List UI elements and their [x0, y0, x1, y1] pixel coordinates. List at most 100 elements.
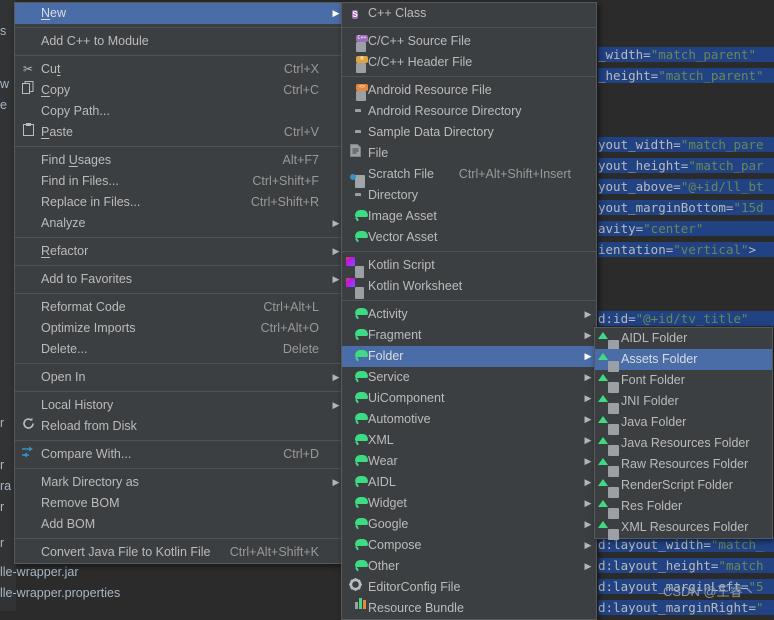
menu-item-paste[interactable]: Paste Ctrl+V: [15, 122, 344, 143]
menu-item-fragment[interactable]: Fragment ▶: [342, 325, 596, 346]
menu-item-service[interactable]: Service ▶: [342, 367, 596, 388]
editor-line[interactable]: _height="match_parent": [598, 68, 774, 83]
menu-item-refactor[interactable]: Refactor ▶: [15, 241, 344, 262]
editor-line[interactable]: yout_marginBottom="15d: [598, 200, 774, 215]
editor-line[interactable]: d:layout_marginRight=": [598, 600, 774, 615]
menu-item-add-c-to-module[interactable]: Add C++ to Module: [15, 31, 344, 52]
menu-item-find-usages[interactable]: Find Usages Alt+F7: [15, 150, 344, 171]
menu-item-jni-folder[interactable]: JNI Folder: [595, 391, 772, 414]
project-tree-node[interactable]: r: [0, 458, 4, 472]
menu-item-assets-folder[interactable]: Assets Folder: [595, 349, 772, 372]
menu-item-aidl-folder[interactable]: AIDL Folder: [595, 328, 772, 351]
menu-item-font-folder[interactable]: Font Folder: [595, 370, 772, 393]
editor-line[interactable]: d:layout_width="match_: [598, 537, 774, 552]
project-tree-node[interactable]: e: [0, 98, 7, 112]
menu-item-analyze[interactable]: Analyze ▶: [15, 213, 344, 234]
menu-item-reload-from-disk[interactable]: Reload from Disk: [15, 416, 344, 437]
menu-item-c-class[interactable]: S C++ Class: [342, 3, 596, 24]
editor-line[interactable]: d:id="@+id/tv_title": [598, 311, 774, 326]
menu-item-directory[interactable]: Directory: [342, 185, 596, 206]
menu-item-vector-asset[interactable]: Vector Asset: [342, 227, 596, 248]
menu-item-reformat-code[interactable]: Reformat Code Ctrl+Alt+L: [15, 297, 344, 318]
project-tree-node[interactable]: lle-wrapper.properties: [0, 586, 120, 600]
menu-item-open-in[interactable]: Open In ▶: [15, 367, 344, 388]
menu-item-sample-data-directory[interactable]: Sample Data Directory: [342, 122, 596, 143]
menu-item-add-bom[interactable]: Add BOM: [15, 514, 344, 535]
menu-item-c-c-source-file[interactable]: C++ C/C++ Source File: [342, 31, 596, 52]
editor-line[interactable]: d:layout_height="match: [598, 558, 774, 573]
menu-item-label: Open In: [41, 370, 86, 384]
editor-line[interactable]: yout_width="match_pare: [598, 137, 774, 152]
menu-item-label: Image Asset: [368, 209, 437, 223]
menu-item-android-resource-directory[interactable]: Android Resource Directory: [342, 101, 596, 122]
icon-slot: [15, 171, 41, 192]
project-tree-node[interactable]: s: [0, 24, 6, 38]
menu-item-resource-bundle[interactable]: Resource Bundle: [342, 597, 596, 619]
file-context-menu[interactable]: New ▶ Add C++ to Module ✂ Cut Ctrl+X Copy Ctrl+…: [14, 2, 345, 564]
menu-item-remove-bom[interactable]: Remove BOM: [15, 493, 344, 514]
menu-item-widget[interactable]: Widget ▶: [342, 493, 596, 514]
menu-item-c-c-header-file[interactable]: H C/C++ Header File: [342, 52, 596, 73]
menu-item-label: Raw Resources Folder: [621, 457, 749, 471]
menu-item-image-asset[interactable]: Image Asset: [342, 206, 596, 227]
menu-item-cut[interactable]: ✂ Cut Ctrl+X: [15, 59, 344, 80]
menu-item-aidl[interactable]: AIDL ▶: [342, 472, 596, 493]
menu-item-add-to-favorites[interactable]: Add to Favorites ▶: [15, 269, 344, 290]
project-tree-node[interactable]: r: [0, 416, 4, 430]
menu-item-google[interactable]: Google ▶: [342, 514, 596, 535]
project-tree-node[interactable]: lle-wrapper.jar: [0, 565, 79, 579]
menu-item-editorconfig-file[interactable]: EditorConfig File: [342, 577, 596, 598]
menu-item-label: File: [368, 146, 389, 160]
editor-line[interactable]: ientation="vertical">: [598, 242, 774, 257]
menu-item-java-folder[interactable]: Java Folder: [595, 412, 772, 435]
menu-item-label: Reload from Disk: [41, 419, 137, 433]
icon-slot: [15, 395, 41, 416]
menu-item-convert-java-file-to-kotlin-file[interactable]: Convert Java File to Kotlin File Ctrl+Alt…: [15, 542, 344, 563]
menu-item-wear[interactable]: Wear ▶: [342, 451, 596, 472]
menu-item-res-folder[interactable]: Res Folder: [595, 496, 772, 519]
menu-item-label: AIDL: [368, 475, 396, 489]
menu-item-mark-directory-as[interactable]: Mark Directory as ▶: [15, 472, 344, 493]
menu-item-replace-in-files[interactable]: Replace in Files... Ctrl+Shift+R: [15, 192, 344, 213]
menu-item-find-in-files[interactable]: Find in Files... Ctrl+Shift+F: [15, 171, 344, 192]
menu-item-compose[interactable]: Compose ▶: [342, 535, 596, 556]
menu-item-android-resource-file[interactable]: <> Android Resource File: [342, 80, 596, 101]
menu-item-delete[interactable]: Delete... Delete: [15, 339, 344, 360]
android-icon: [342, 304, 368, 325]
folder-submenu[interactable]: AIDL Folder Assets Folder Font Folder JNI F…: [594, 327, 773, 540]
editor-line[interactable]: yout_height="match_par: [598, 158, 774, 173]
menu-item-local-history[interactable]: Local History ▶: [15, 395, 344, 416]
menu-item-label: Res Folder: [621, 499, 683, 513]
menu-item-uicomponent[interactable]: UiComponent ▶: [342, 388, 596, 409]
resource-bundle-icon: [342, 597, 368, 619]
menu-item-folder[interactable]: Folder ▶: [342, 346, 596, 367]
menu-item-compare-with[interactable]: Compare With... Ctrl+D: [15, 444, 344, 465]
menu-item-file[interactable]: File: [342, 143, 596, 164]
menu-item-label: Replace in Files...: [41, 195, 141, 209]
menu-item-raw-resources-folder[interactable]: Raw Resources Folder: [595, 454, 772, 477]
menu-item-kotlin-worksheet[interactable]: Kotlin Worksheet: [342, 276, 596, 299]
menu-item-renderscript-folder[interactable]: RenderScript Folder: [595, 475, 772, 498]
icon-slot: [15, 241, 41, 262]
menu-item-xml-resources-folder[interactable]: XML Resources Folder: [595, 517, 772, 540]
menu-item-activity[interactable]: Activity ▶: [342, 304, 596, 325]
project-tree-node[interactable]: w: [0, 77, 9, 91]
editor-line[interactable]: avity="center": [598, 221, 774, 236]
project-tree-node[interactable]: r: [0, 536, 4, 550]
menu-item-automotive[interactable]: Automotive ▶: [342, 409, 596, 430]
menu-item-other[interactable]: Other ▶: [342, 556, 596, 577]
menu-item-xml[interactable]: XML ▶: [342, 430, 596, 451]
menu-item-label: Fragment: [368, 328, 422, 342]
project-tree-node[interactable]: ra: [0, 479, 11, 493]
menu-item-java-resources-folder[interactable]: Java Resources Folder: [595, 433, 772, 456]
editor-line[interactable]: _width="match_parent": [598, 47, 774, 62]
menu-item-copy[interactable]: Copy Ctrl+C: [15, 80, 344, 101]
menu-item-scratch-file[interactable]: Scratch File Ctrl+Alt+Shift+Insert: [342, 164, 596, 188]
new-submenu[interactable]: S C++ Class C++ C/C++ Source File H C/C++ Hea…: [341, 2, 597, 620]
editor-line[interactable]: yout_above="@+id/ll_bt: [598, 179, 774, 194]
menu-item-kotlin-script[interactable]: Kotlin Script: [342, 255, 596, 278]
menu-item-optimize-imports[interactable]: Optimize Imports Ctrl+Alt+O: [15, 318, 344, 339]
menu-item-new[interactable]: New ▶: [15, 3, 344, 24]
project-tree-node[interactable]: r: [0, 500, 4, 514]
menu-item-copy-path[interactable]: Copy Path...: [15, 101, 344, 122]
